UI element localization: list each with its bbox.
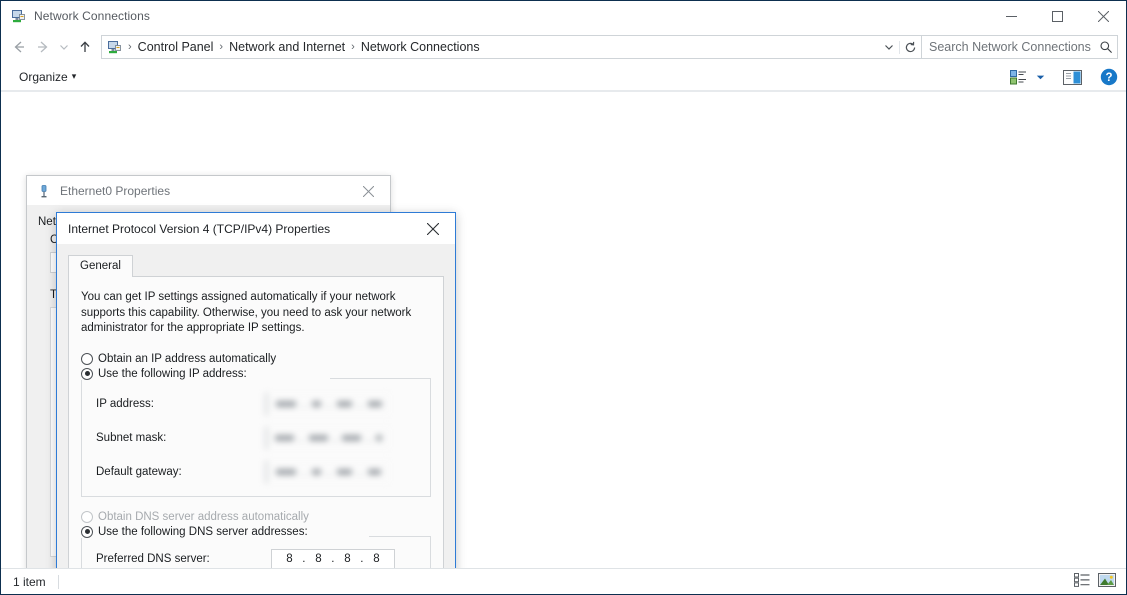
tcpip4-properties-dialog[interactable]: Internet Protocol Version 4 (TCP/IPv4) P… (56, 212, 456, 568)
breadcrumb-separator: › (219, 41, 224, 53)
status-divider (57, 574, 59, 589)
chevron-down-icon[interactable] (1036, 73, 1045, 82)
status-bar: 1 item (1, 568, 1126, 594)
search-input[interactable]: Search Network Connections (922, 40, 1095, 54)
toolbar-right-icons: ? (1010, 63, 1118, 91)
recent-locations-chevron-icon[interactable] (55, 35, 73, 59)
radio-button-icon[interactable] (81, 352, 93, 365)
settings-description: You can get IP settings assigned automat… (81, 291, 412, 334)
radio-button-icon[interactable] (81, 510, 93, 523)
radio-use-following-dns-label: Use the following DNS server addresses: (98, 525, 308, 538)
close-icon[interactable] (346, 176, 390, 206)
row-preferred-dns: Preferred DNS server: 8 . 8 . 8 . 8 (82, 548, 430, 568)
network-connections-icon (102, 39, 125, 55)
help-icon[interactable]: ? (1100, 68, 1118, 86)
radio-obtain-dns-automatically[interactable]: Obtain DNS server address automatically (81, 510, 431, 523)
tcpip4-dialog-title: Internet Protocol Version 4 (TCP/IPv4) P… (68, 221, 331, 236)
item-count-label: 1 item (13, 574, 46, 589)
details-view-icon[interactable] (1074, 572, 1090, 592)
radio-button-icon[interactable] (81, 367, 93, 380)
large-icons-view-icon[interactable] (1098, 572, 1116, 592)
svg-text:?: ? (1105, 72, 1112, 84)
radio-obtain-dns-automatically-label: Obtain DNS server address automatically (98, 510, 309, 523)
window-title: Network Connections (34, 9, 150, 23)
chevron-down-icon: ▾ (71, 71, 77, 81)
row-ip-address: IP address: (82, 391, 430, 417)
chevron-down-icon[interactable] (879, 42, 899, 52)
window-controls (988, 1, 1126, 31)
radio-obtain-ip-automatically[interactable]: Obtain an IP address automatically (81, 352, 431, 365)
search-icon[interactable] (1095, 40, 1117, 54)
breadcrumb-item-network-and-internet[interactable]: Network and Internet (226, 40, 348, 54)
breadcrumb-item-control-panel[interactable]: Control Panel (135, 40, 217, 54)
ip-address-label: IP address: (96, 397, 154, 410)
dns-fieldset: Preferred DNS server: 8 . 8 . 8 . 8 (81, 535, 431, 568)
tcpip4-body: General You can get IP settings assigned… (57, 244, 455, 568)
back-arrow-icon[interactable] (7, 35, 31, 59)
close-icon[interactable] (411, 213, 455, 244)
preferred-dns-input[interactable]: 8 . 8 . 8 . 8 (271, 548, 395, 568)
ip-address-input[interactable] (266, 391, 398, 417)
window-titlebar: Network Connections (1, 1, 1126, 31)
ethernet0-dialog-title: Ethernet0 Properties (60, 183, 171, 198)
radio-use-following-ip[interactable]: Use the following IP address: (81, 367, 251, 380)
close-icon[interactable] (1080, 1, 1126, 31)
refresh-icon[interactable] (899, 40, 921, 54)
radio-button-icon[interactable] (81, 525, 93, 538)
radio-use-following-dns[interactable]: Use the following DNS server addresses: (81, 525, 312, 538)
maximize-icon[interactable] (1034, 1, 1080, 31)
breadcrumb[interactable]: › Control Panel › Network and Internet ›… (101, 35, 922, 59)
minimize-icon[interactable] (988, 1, 1034, 31)
view-options-icon[interactable] (1010, 69, 1027, 85)
address-bar: › Control Panel › Network and Internet ›… (1, 31, 1126, 63)
redacted-value (266, 426, 390, 449)
forward-arrow-icon[interactable] (31, 35, 55, 59)
redacted-value (266, 392, 390, 415)
up-arrow-icon[interactable] (73, 35, 97, 59)
row-subnet-mask: Subnet mask: (82, 425, 430, 451)
subnet-mask-input[interactable] (266, 425, 398, 451)
breadcrumb-item-network-connections[interactable]: Network Connections (358, 40, 483, 54)
general-tab-panel: You can get IP settings assigned automat… (68, 276, 444, 568)
subnet-mask-label: Subnet mask: (96, 431, 167, 444)
organize-label: Organize (19, 69, 68, 84)
radio-obtain-ip-automatically-label: Obtain an IP address automatically (98, 352, 277, 365)
radio-use-following-ip-label: Use the following IP address: (98, 367, 247, 380)
tab-strip: General (68, 254, 444, 277)
network-connections-window: Network Connections › Control Panel › Ne… (0, 0, 1127, 595)
octet-1: 8 (286, 553, 293, 565)
file-list-area[interactable]: Ethernet0 Properties Net C T Internet Pr… (1, 91, 1126, 568)
view-toggle-group (1074, 569, 1116, 595)
default-gateway-label: Default gateway: (96, 465, 182, 478)
redacted-value (266, 460, 390, 483)
ip-address-fieldset: IP address: Subnet mask: Default gateway… (81, 377, 431, 497)
organize-menu-button[interactable]: Organize ▾ (15, 68, 80, 86)
row-default-gateway: Default gateway: (82, 459, 430, 485)
preferred-dns-label: Preferred DNS server: (96, 553, 210, 565)
octet-4: 8 (373, 553, 380, 565)
breadcrumb-separator: › (351, 41, 355, 53)
network-adapter-icon (37, 184, 51, 198)
octet-3: 8 (344, 553, 351, 565)
preview-pane-icon[interactable] (1063, 69, 1082, 85)
network-connections-icon (10, 8, 26, 24)
tcpip4-titlebar: Internet Protocol Version 4 (TCP/IPv4) P… (57, 213, 455, 244)
search-box[interactable]: Search Network Connections (922, 35, 1118, 59)
navigation-pane-edge (1, 92, 2, 568)
command-toolbar: Organize ▾ ? (1, 63, 1126, 91)
octet-2: 8 (315, 553, 322, 565)
tab-general[interactable]: General (68, 255, 133, 277)
breadcrumb-separator: › (128, 41, 132, 53)
default-gateway-input[interactable] (266, 459, 398, 485)
ethernet0-titlebar: Ethernet0 Properties (27, 176, 390, 206)
